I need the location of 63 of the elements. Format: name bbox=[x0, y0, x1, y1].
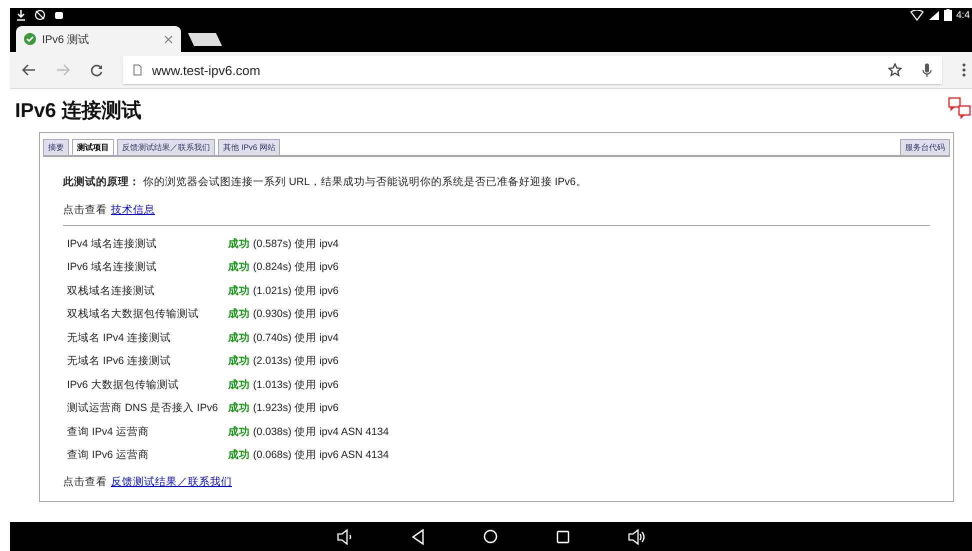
download-icon bbox=[16, 9, 26, 21]
test-status: 成功 bbox=[228, 236, 250, 251]
recents-icon[interactable] bbox=[556, 530, 570, 544]
test-name: 无域名 IPv6 连接测试 bbox=[67, 354, 172, 368]
test-status: 成功 bbox=[228, 448, 250, 462]
test-status: 成功 bbox=[228, 284, 250, 298]
browser-tab[interactable]: IPv6 测试 bbox=[16, 26, 181, 52]
wifi-icon bbox=[910, 10, 924, 20]
test-detail: (1.013s) 使用 ipv6 bbox=[253, 378, 339, 392]
test-name: IPv4 域名连接测试 bbox=[67, 236, 158, 251]
test-status: 成功 bbox=[228, 307, 250, 322]
test-detail: (1.923s) 使用 ipv6 bbox=[253, 401, 339, 416]
page-tab[interactable]: 其他 IPv6 网站 bbox=[218, 139, 280, 155]
test-detail: (0.587s) 使用 ipv4 bbox=[253, 236, 339, 251]
test-detail: (0.740s) 使用 ipv4 bbox=[253, 330, 339, 345]
test-detail: (0.930s) 使用 ipv6 bbox=[253, 307, 339, 322]
test-name: IPv6 大数据包传输测试 bbox=[67, 378, 180, 392]
tab-title: IPv6 测试 bbox=[42, 32, 90, 46]
star-icon[interactable] bbox=[888, 63, 902, 77]
test-name: 无域名 IPv4 连接测试 bbox=[67, 330, 172, 345]
volume-down-icon[interactable] bbox=[336, 528, 352, 544]
test-name: 查询 IPv4 运营商 bbox=[67, 424, 150, 439]
address-bar[interactable]: www.test-ipv6.com bbox=[123, 56, 942, 84]
test-detail: (2.013s) 使用 ipv6 bbox=[253, 354, 339, 368]
battery-icon bbox=[944, 9, 952, 21]
home-icon[interactable] bbox=[482, 529, 498, 544]
reload-icon[interactable] bbox=[90, 64, 103, 76]
translate-icon[interactable] bbox=[948, 97, 972, 119]
new-tab-button[interactable] bbox=[188, 33, 222, 46]
url-text: www.test-ipv6.com bbox=[152, 62, 262, 78]
test-status: 成功 bbox=[228, 401, 250, 416]
test-name: IPv6 域名连接测试 bbox=[67, 260, 158, 274]
test-detail: (0.824s) 使用 ipv6 bbox=[253, 260, 339, 274]
test-status: 成功 bbox=[228, 330, 250, 345]
test-detail: (0.068s) 使用 ipv6 ASN 4134 bbox=[253, 448, 389, 462]
back-icon[interactable] bbox=[22, 64, 36, 76]
test-name: 查询 IPv6 运营商 bbox=[67, 448, 150, 462]
test-status: 成功 bbox=[228, 378, 250, 392]
page-icon bbox=[133, 64, 142, 76]
page-title: IPv6 连接测试 bbox=[15, 98, 142, 124]
page-tab[interactable]: 摘要 bbox=[43, 139, 69, 155]
status-time: 4:4 bbox=[956, 10, 971, 20]
test-name: 双栈域名连接测试 bbox=[67, 284, 156, 298]
more-icon[interactable] bbox=[962, 63, 966, 77]
page-tab[interactable]: 测试项目 bbox=[72, 139, 114, 155]
volume-up-icon[interactable] bbox=[628, 528, 646, 544]
intro-text: 此测试的原理： 你的浏览器会试图连接一系列 URL，结果成功与否能说明你的系统是否已准备好迎接 IPv6。 bbox=[63, 175, 588, 189]
test-status: 成功 bbox=[228, 424, 250, 439]
page-tab[interactable]: 服务台代码 bbox=[900, 139, 950, 155]
microphone-icon[interactable] bbox=[922, 62, 932, 78]
check-circle-icon bbox=[24, 33, 36, 45]
test-status: 成功 bbox=[228, 260, 250, 274]
test-status: 成功 bbox=[228, 354, 250, 368]
link-prefix: 点击查看 bbox=[63, 475, 107, 489]
link-prefix: 点击查看 bbox=[63, 203, 107, 217]
link[interactable]: 技术信息 bbox=[111, 203, 155, 217]
test-name: 双栈域名大数据包传输测试 bbox=[67, 307, 200, 322]
test-detail: (0.038s) 使用 ipv4 ASN 4134 bbox=[253, 424, 389, 439]
test-detail: (1.021s) 使用 ipv6 bbox=[253, 284, 339, 298]
link[interactable]: 反馈测试结果／联系我们 bbox=[111, 475, 232, 489]
test-name: 测试运营商 DNS 是否接入 IPv6 bbox=[67, 401, 219, 416]
close-icon[interactable] bbox=[164, 34, 173, 44]
page-tab[interactable]: 反馈测试结果／联系我们 bbox=[117, 139, 215, 155]
